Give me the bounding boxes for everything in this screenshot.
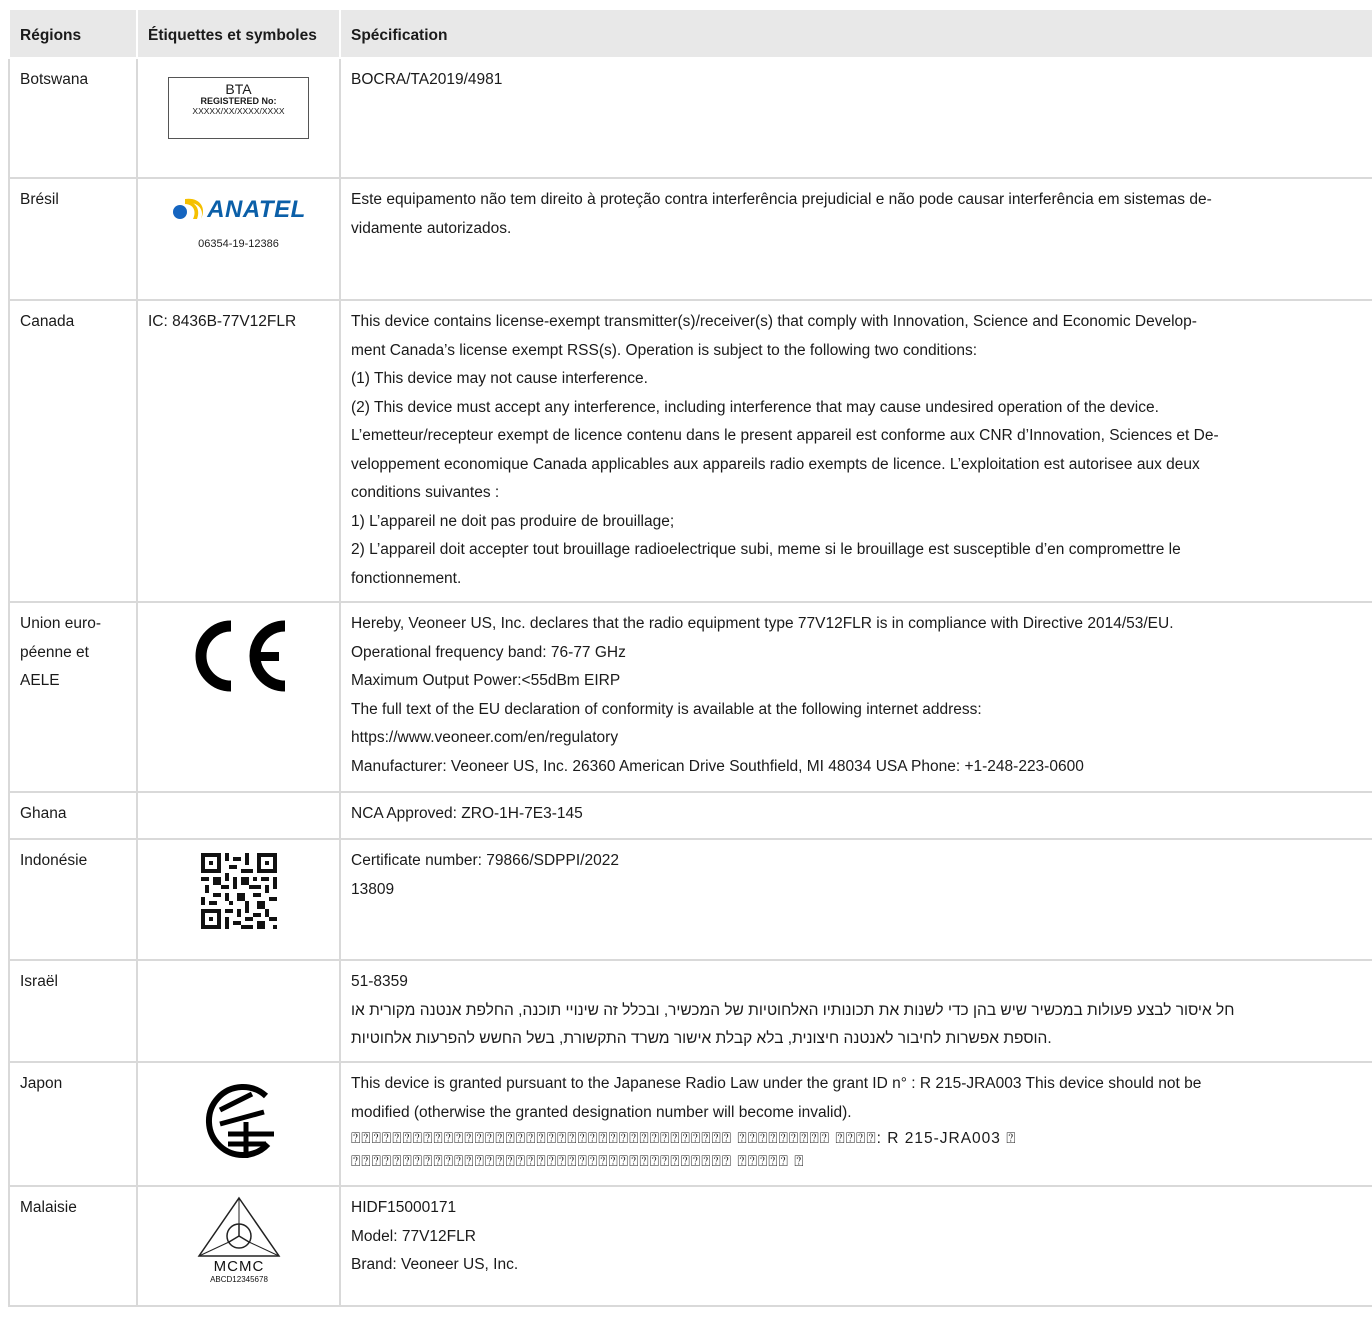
spec-line-japanese: ⍰⍰⍰⍰⍰⍰⍰⍰⍰⍰⍰⍰⍰⍰⍰⍰⍰⍰⍰⍰⍰⍰⍰⍰⍰⍰⍰⍰⍰⍰⍰⍰⍰⍰⍰⍰⍰ ⍰⍰… [351, 1153, 805, 1170]
japan-giteki-mark-icon [205, 1084, 274, 1158]
ce-mark-icon [195, 620, 285, 692]
spec-line: The full text of the EU declaration of c… [351, 700, 982, 718]
spec-line: BOCRA/TA2019/4981 [351, 71, 503, 88]
regulatory-table: Régions Étiquettes et symboles Spécifica… [8, 8, 1372, 1307]
qr-code-icon [200, 853, 277, 929]
bta-badge-registered: REGISTERED No: [200, 96, 277, 106]
spec-line: veloppement economique Canada applicable… [351, 455, 1200, 473]
spec-line-hebrew: .הוספת אפשרות לחיבור לאנטנה חיצונית, בלא… [351, 1030, 1052, 1047]
spec-cell: This device is granted pursuant to the J… [339, 1061, 1372, 1187]
spec-line: Este equipamento não tem direito à prote… [351, 191, 1212, 208]
spec-cell: Certificate number: 79866/SDPPI/2022 138… [339, 838, 1372, 961]
region-cell: Indonésie [8, 838, 138, 961]
spec-line: Certificate number: 79866/SDPPI/2022 [351, 852, 619, 869]
spec-cell: BOCRA/TA2019/4981 [339, 57, 1372, 179]
spec-line: NCA Approved: ZRO-1H-7E3-145 [351, 805, 583, 822]
label-cell [136, 1061, 341, 1187]
spec-line: HIDF15000171 [351, 1199, 457, 1216]
region-line: AELE [20, 672, 60, 689]
spec-cell: 51-8359 חל איסור לבצע פעולות במכשיר שיש … [339, 959, 1372, 1063]
anatel-wordmark: ANATEL [207, 195, 306, 223]
table-header-row: Régions Étiquettes et symboles Spécifica… [8, 8, 1372, 59]
mcmc-number: ABCD12345678 [210, 1275, 268, 1284]
spec-line-japanese: ⍰⍰⍰⍰⍰⍰⍰⍰⍰⍰⍰⍰⍰⍰⍰⍰⍰⍰⍰⍰⍰⍰⍰⍰⍰⍰⍰⍰⍰⍰⍰⍰⍰⍰⍰⍰⍰ ⍰⍰… [351, 1130, 1017, 1147]
label-cell [136, 791, 341, 840]
label-cell: ANATEL 06354-19-12386 [136, 177, 341, 301]
spec-line: Model: 77V12FLR [351, 1227, 476, 1245]
spec-line: fonctionnement. [351, 569, 462, 587]
table-row: Botswana BTA REGISTERED No: XXXXX/XX/XXX… [8, 57, 1372, 179]
bta-badge-number: XXXXX/XX/XXXX/XXXX [192, 106, 285, 116]
region-cell: Japon [8, 1061, 138, 1187]
region-cell: Union euro- péenne et AELE [8, 601, 138, 793]
spec-line: conditions suivantes : [351, 484, 500, 501]
table-row: Malaisie MCMC ABCD12345678 HIDF15000171 [8, 1185, 1372, 1307]
spec-line: https://www.veoneer.com/en/regulatory [351, 729, 619, 746]
table-row: Japon This device is granted pursuant to… [8, 1061, 1372, 1187]
region-cell: Canada [8, 299, 138, 603]
region-cell: Malaisie [8, 1185, 138, 1307]
spec-line: (1) This device may not cause interferen… [351, 370, 648, 387]
mcmc-logo-icon: MCMC ABCD12345678 [197, 1196, 280, 1284]
spec-line: vidamente autorizados. [351, 219, 512, 237]
spec-cell: Este equipamento não tem direito à prote… [339, 177, 1372, 301]
region-line: Union euro- [20, 615, 101, 632]
mcmc-wordmark: MCMC [213, 1258, 264, 1275]
header-labels: Étiquettes et symboles [136, 8, 341, 59]
header-spec: Spécification [339, 8, 1372, 59]
spec-line: This device is granted pursuant to the J… [351, 1075, 1202, 1092]
region-cell: Botswana [8, 57, 138, 179]
label-cell: IC: 8436B-77V12FLR [136, 299, 341, 603]
spec-line: Maximum Output Power:<55dBm EIRP [351, 672, 621, 689]
spec-line: modified (otherwise the granted designat… [351, 1103, 852, 1121]
region-line: péenne et [20, 643, 89, 661]
anatel-swoosh-icon [173, 198, 204, 219]
table-row: Canada IC: 8436B-77V12FLR This device co… [8, 299, 1372, 603]
anatel-logo: ANATEL 06354-19-12386 [159, 190, 319, 259]
spec-line: L’emetteur/recepteur exempt de licence c… [351, 427, 1219, 444]
label-cell [136, 959, 341, 1063]
spec-cell: This device contains license-exempt tran… [339, 299, 1372, 603]
region-cell: Israël [8, 959, 138, 1063]
spec-line: 2) L’appareil doit accepter tout brouill… [351, 541, 1181, 558]
spec-line: 13809 [351, 880, 395, 898]
spec-cell: HIDF15000171 Model: 77V12FLR Brand: Veon… [339, 1185, 1372, 1307]
table-row: Ghana NCA Approved: ZRO-1H-7E3-145 [8, 791, 1372, 840]
spec-line-hebrew: חל איסור לבצע פעולות במכשיר שיש בהן כדי … [351, 1001, 1235, 1019]
label-cell [136, 838, 341, 961]
region-cell: Brésil [8, 177, 138, 301]
anatel-number: 06354-19-12386 [198, 238, 279, 250]
spec-line: ment Canada’s license exempt RSS(s). Ope… [351, 341, 978, 359]
table-row: Israël 51-8359 חל איסור לבצע פעולות במכש… [8, 959, 1372, 1063]
header-regions: Régions [8, 8, 138, 59]
spec-line: (2) This device must accept any interfer… [351, 398, 1159, 416]
bta-badge-title: BTA [225, 81, 252, 97]
table-row: Brésil ANATEL 06354-19-12386 Este equipa… [8, 177, 1372, 301]
spec-line: Operational frequency band: 76-77 GHz [351, 643, 626, 661]
label-cell [136, 601, 341, 793]
spec-cell: Hereby, Veoneer US, Inc. declares that t… [339, 601, 1372, 793]
table-row: Indonésie Certificate number: 79866/SDPP… [8, 838, 1372, 961]
table-row: Union euro- péenne et AELE Hereby, Veone… [8, 601, 1372, 793]
label-cell: BTA REGISTERED No: XXXXX/XX/XXXX/XXXX [136, 57, 341, 179]
spec-line: 51-8359 [351, 973, 408, 990]
spec-line: Hereby, Veoneer US, Inc. declares that t… [351, 615, 1174, 632]
region-cell: Ghana [8, 791, 138, 840]
spec-line: Brand: Veoneer US, Inc. [351, 1256, 519, 1273]
label-cell: MCMC ABCD12345678 [136, 1185, 341, 1307]
spec-cell: NCA Approved: ZRO-1H-7E3-145 [339, 791, 1372, 840]
spec-line: This device contains license-exempt tran… [351, 313, 1197, 330]
bta-badge: BTA REGISTERED No: XXXXX/XX/XXXX/XXXX [168, 77, 309, 139]
spec-line: 1) L’appareil ne doit pas produire de br… [351, 512, 675, 530]
spec-line: Manufacturer: Veoneer US, Inc. 26360 Ame… [351, 757, 1084, 775]
